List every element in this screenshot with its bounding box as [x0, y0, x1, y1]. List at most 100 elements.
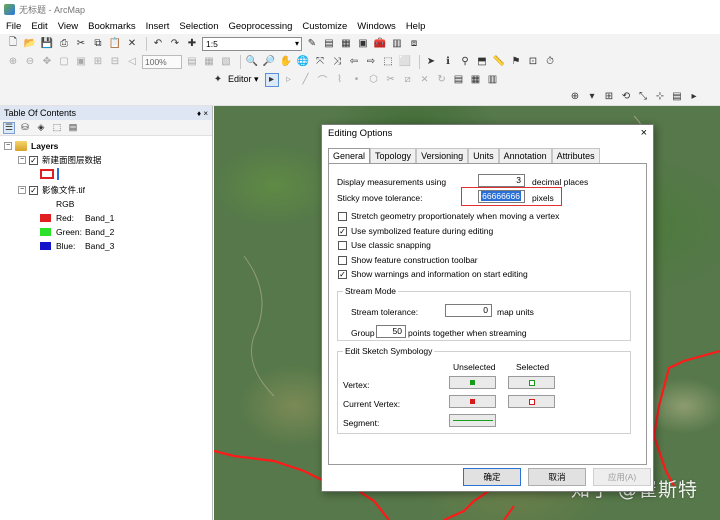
menu-selection[interactable]: Selection [179, 21, 218, 32]
current-vertex-selected-button[interactable] [508, 395, 555, 408]
split-icon[interactable]: ⨯ [418, 73, 432, 87]
checkbox-box[interactable] [338, 255, 347, 265]
edit-tool-icon[interactable]: ▸ [264, 72, 279, 87]
collapse-icon[interactable]: − [4, 142, 12, 150]
tab-versioning[interactable]: Versioning [416, 148, 469, 163]
delete-icon[interactable]: ✕ [125, 37, 139, 51]
add-data-icon[interactable]: ✚ [185, 37, 199, 51]
trace-icon[interactable]: ⌇ [333, 73, 347, 87]
print-icon[interactable]: ⎙ [57, 37, 71, 51]
layers-root-row[interactable]: − Layers [4, 140, 58, 152]
construction-toolbar-checkbox[interactable]: Show feature construction toolbar [338, 255, 478, 265]
segment-symbol-button[interactable] [449, 414, 496, 427]
catalog-icon[interactable]: ▦ [339, 37, 353, 51]
tab-annotation[interactable]: Annotation [498, 148, 552, 163]
find-icon[interactable]: ⚲ [458, 55, 472, 69]
symbolized-feature-checkbox[interactable]: ✓ Use symbolized feature during editing [338, 226, 493, 236]
map-scale-combobox[interactable]: 1:5 [202, 36, 302, 51]
checkbox-box[interactable] [338, 240, 347, 250]
go-back-icon[interactable]: ⇦ [347, 55, 361, 69]
list-by-selection-icon[interactable]: ⬚ [51, 122, 63, 134]
new-document-icon[interactable]: 🗋 [6, 37, 20, 51]
toolbar-more-icon[interactable]: ▸ [687, 90, 701, 104]
add-control-points-icon[interactable]: ⊹ [653, 90, 667, 104]
menu-insert[interactable]: Insert [146, 21, 170, 32]
apply-button[interactable]: 应用(A) [593, 468, 651, 486]
layer2-visibility-checkbox[interactable]: ✓ [29, 185, 38, 195]
green-band-swatch[interactable] [40, 228, 51, 236]
cut-polygons-icon[interactable]: ⧄ [401, 73, 415, 87]
fixed-zoom-in-icon[interactable]: ⊞ [91, 55, 105, 69]
rotate-icon[interactable]: ↻ [435, 73, 449, 87]
fixed-zoom-out-map-icon[interactable]: ⤨ [330, 55, 344, 69]
checkbox-box[interactable]: ✓ [338, 269, 347, 279]
fixed-zoom-out-icon[interactable]: ⊟ [108, 55, 122, 69]
band-row-green[interactable]: Green: Band_2 [40, 226, 114, 238]
sketch-properties-icon[interactable]: ▦ [469, 73, 483, 87]
edit-vertices-icon[interactable]: ⬡ [367, 73, 381, 87]
measure-icon[interactable]: 📏 [492, 55, 506, 69]
editor-toolbar-icon[interactable]: ✎ [305, 37, 319, 51]
view-link-table-icon[interactable]: ▤ [670, 90, 684, 104]
classic-snapping-checkbox[interactable]: Use classic snapping [338, 240, 431, 250]
band-row-blue[interactable]: Blue: Band_3 [40, 240, 114, 252]
menu-edit[interactable]: Edit [31, 21, 47, 32]
list-by-visibility-icon[interactable]: ◈ [35, 122, 47, 134]
georeferencing-icon[interactable]: ⊕ [568, 90, 582, 104]
zoom-100-icon[interactable]: ▣ [74, 55, 88, 69]
editor-menu-button[interactable]: Editor ▾ [228, 74, 259, 85]
menu-bookmarks[interactable]: Bookmarks [88, 21, 136, 32]
layout-zoom-combobox[interactable]: 100% [142, 54, 182, 69]
stretch-geometry-checkbox[interactable]: Stretch geometry proportionately when mo… [338, 211, 559, 221]
copy-icon[interactable]: ⧉ [91, 37, 105, 51]
current-vertex-unselected-button[interactable] [449, 395, 496, 408]
cut-icon[interactable]: ✂ [74, 37, 88, 51]
cancel-button[interactable]: 取消 [528, 468, 586, 486]
pan-icon[interactable]: ✋ [279, 55, 293, 69]
rotate-tool-icon[interactable]: ⟲ [619, 90, 633, 104]
vertex-unselected-symbol-button[interactable] [449, 376, 496, 389]
python-window-icon[interactable]: ▥ [390, 37, 404, 51]
identify-icon[interactable]: ℹ [441, 55, 455, 69]
layer2-row[interactable]: − ✓ 影像文件.tif [18, 184, 85, 196]
tab-attributes[interactable]: Attributes [551, 148, 600, 163]
table-of-contents-icon[interactable]: ▤ [322, 37, 336, 51]
list-by-source-icon[interactable]: ⛁ [19, 122, 31, 134]
band-row-red[interactable]: Red: Band_1 [40, 212, 114, 224]
fixed-zoom-icon[interactable]: ⤧ [313, 55, 327, 69]
menu-windows[interactable]: Windows [357, 21, 396, 32]
menu-customize[interactable]: Customize [302, 21, 347, 32]
menu-file[interactable]: File [6, 21, 21, 32]
straight-segment-icon[interactable]: ╱ [299, 73, 313, 87]
vertex-selected-symbol-button[interactable] [508, 376, 555, 389]
select-elements-icon[interactable]: ➤ [424, 55, 438, 69]
tab-topology[interactable]: Topology [370, 148, 417, 163]
blue-band-swatch[interactable] [40, 242, 51, 250]
pan-page-icon[interactable]: ✥ [40, 55, 54, 69]
tab-general[interactable]: General [328, 148, 371, 164]
zoom-out-page-icon[interactable]: ⊖ [23, 55, 37, 69]
open-folder-icon[interactable]: 📂 [23, 37, 37, 51]
undo-icon[interactable]: ↶ [151, 37, 165, 51]
go-to-xy-icon[interactable]: ⊡ [526, 55, 540, 69]
show-warnings-checkbox[interactable]: ✓ Show warnings and information on start … [338, 269, 528, 279]
point-icon[interactable]: • [350, 73, 364, 87]
menu-help[interactable]: Help [406, 21, 426, 32]
collapse-icon[interactable]: − [18, 186, 26, 194]
layer1-visibility-checkbox[interactable]: ✓ [29, 155, 38, 165]
tab-units[interactable]: Units [468, 148, 499, 163]
model-builder-icon[interactable]: ⧈ [407, 37, 421, 51]
back-extent-icon[interactable]: ◁ [125, 55, 139, 69]
reshape-icon[interactable]: ✂ [384, 73, 398, 87]
fit-display-icon[interactable]: ⊞ [602, 90, 616, 104]
attributes-icon[interactable]: ▤ [452, 73, 466, 87]
stream-tolerance-input[interactable]: 0 [445, 304, 492, 317]
layer1-symbol-row[interactable] [40, 168, 59, 180]
change-layout-icon[interactable]: ▧ [219, 55, 233, 69]
select-features-icon[interactable]: ⬚ [381, 55, 395, 69]
create-features-icon[interactable]: ▥ [486, 73, 500, 87]
toc-pin-close-icon[interactable]: ♦ × [197, 109, 208, 118]
save-icon[interactable]: 💾 [40, 37, 54, 51]
go-forward-icon[interactable]: ⇨ [364, 55, 378, 69]
search-window-icon[interactable]: ▣ [356, 37, 370, 51]
